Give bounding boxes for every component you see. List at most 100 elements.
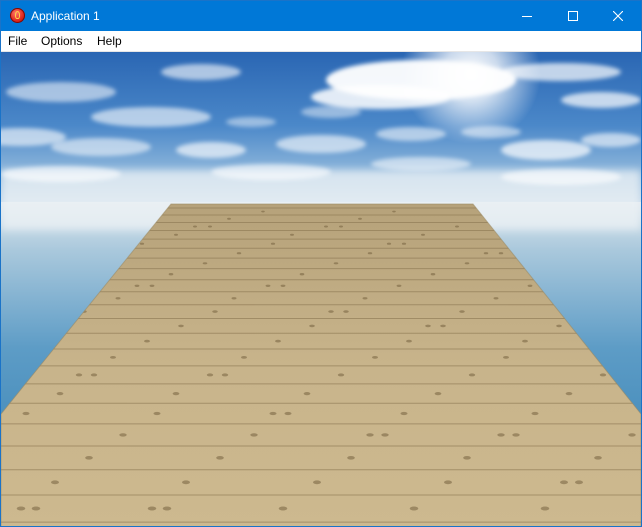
wood-knot (386, 242, 392, 245)
close-button[interactable] (595, 1, 641, 31)
wood-knot (599, 373, 607, 377)
wood-knot (221, 373, 229, 377)
wood-knot (367, 252, 373, 255)
wood-knot (212, 310, 218, 313)
wood-knot (366, 433, 374, 437)
application-window: Application 1 File Options Help (0, 0, 642, 527)
wood-knot (358, 217, 362, 220)
wood-knot (147, 506, 157, 511)
wood-knot (337, 373, 345, 377)
scene-render (1, 52, 641, 526)
wood-knot (531, 411, 539, 416)
close-icon (613, 11, 623, 21)
wood-knot (168, 273, 174, 276)
menu-bar: File Options Help (1, 31, 641, 52)
wood-knot (328, 310, 334, 313)
wood-knot (512, 433, 520, 437)
menu-options[interactable]: Options (41, 31, 82, 51)
wood-knot (406, 339, 412, 343)
wood-knot (265, 284, 271, 287)
wood-knot (381, 433, 389, 437)
wood-knot (628, 433, 636, 437)
wood-knot (208, 225, 212, 228)
wood-knot (324, 225, 328, 228)
wood-knot (144, 339, 150, 343)
minimize-icon (522, 16, 532, 17)
wood-knot (463, 456, 471, 460)
maximize-button[interactable] (550, 1, 596, 31)
wood-knot (459, 310, 465, 313)
wood-knot (339, 225, 343, 228)
wood-knot (227, 217, 231, 220)
wood-knot (270, 242, 276, 245)
wood-knot (401, 242, 407, 245)
wood-knot (455, 225, 459, 228)
wood-knot (269, 411, 277, 416)
wood-knot (115, 297, 121, 300)
wood-knot (278, 506, 288, 511)
wood-knot (139, 242, 145, 245)
wood-knot (464, 262, 470, 265)
wood-knot (343, 310, 349, 313)
wood-knot (275, 339, 281, 343)
wood-knot (231, 297, 237, 300)
window-title: Application 1 (31, 9, 100, 23)
wood-knot (162, 506, 172, 511)
wood-knot (560, 480, 568, 485)
wood-knot (51, 480, 59, 485)
wood-knot (556, 324, 562, 328)
maximize-icon (568, 11, 578, 21)
wood-knot (172, 392, 180, 396)
wood-knot (430, 273, 436, 276)
wood-knot (527, 284, 533, 287)
wood-knot (206, 373, 214, 377)
wood-knot (236, 252, 242, 255)
wood-knot (333, 262, 339, 265)
wood-knot (400, 411, 408, 416)
wood-knot (497, 433, 505, 437)
wood-knot (594, 456, 602, 460)
wood-knot (392, 210, 396, 213)
3d-viewport[interactable] (1, 52, 641, 526)
wood-knot (119, 433, 127, 437)
wood-knot (409, 506, 419, 511)
app-flame-icon (10, 8, 25, 23)
menu-file[interactable]: File (8, 31, 27, 51)
wood-knot (498, 252, 504, 255)
wood-knot (31, 506, 41, 511)
wood-knot (153, 411, 161, 416)
wood-knot (250, 433, 258, 437)
wood-knot (284, 411, 292, 416)
wood-knot (493, 297, 499, 300)
menu-help[interactable]: Help (97, 31, 122, 51)
wood-knot (280, 284, 286, 287)
wood-knot (22, 411, 30, 416)
wood-knot (503, 356, 509, 359)
wood-knot (241, 356, 247, 359)
wood-knot (396, 284, 402, 287)
wood-knot (303, 392, 311, 396)
title-bar[interactable]: Application 1 (1, 1, 641, 31)
wood-knot (434, 392, 442, 396)
wood-knot (540, 506, 550, 511)
wood-knot (444, 480, 452, 485)
wood-knot (372, 356, 378, 359)
wood-knot (149, 284, 155, 287)
wood-knot (299, 273, 305, 276)
wood-knot (468, 373, 476, 377)
wood-knot (313, 480, 321, 485)
wood-knot (216, 456, 224, 460)
minimize-button[interactable] (504, 1, 550, 31)
wood-knot (75, 373, 83, 377)
wood-knot (16, 506, 26, 511)
wood-knot (565, 392, 573, 396)
wood-knot (202, 262, 208, 265)
wood-knot (134, 284, 140, 287)
wood-knot (182, 480, 190, 485)
wood-knot (483, 252, 489, 255)
wood-knot (575, 480, 583, 485)
wood-knot (56, 392, 64, 396)
wood-knot (110, 356, 116, 359)
wood-knot (193, 225, 197, 228)
wood-knot (421, 233, 425, 236)
